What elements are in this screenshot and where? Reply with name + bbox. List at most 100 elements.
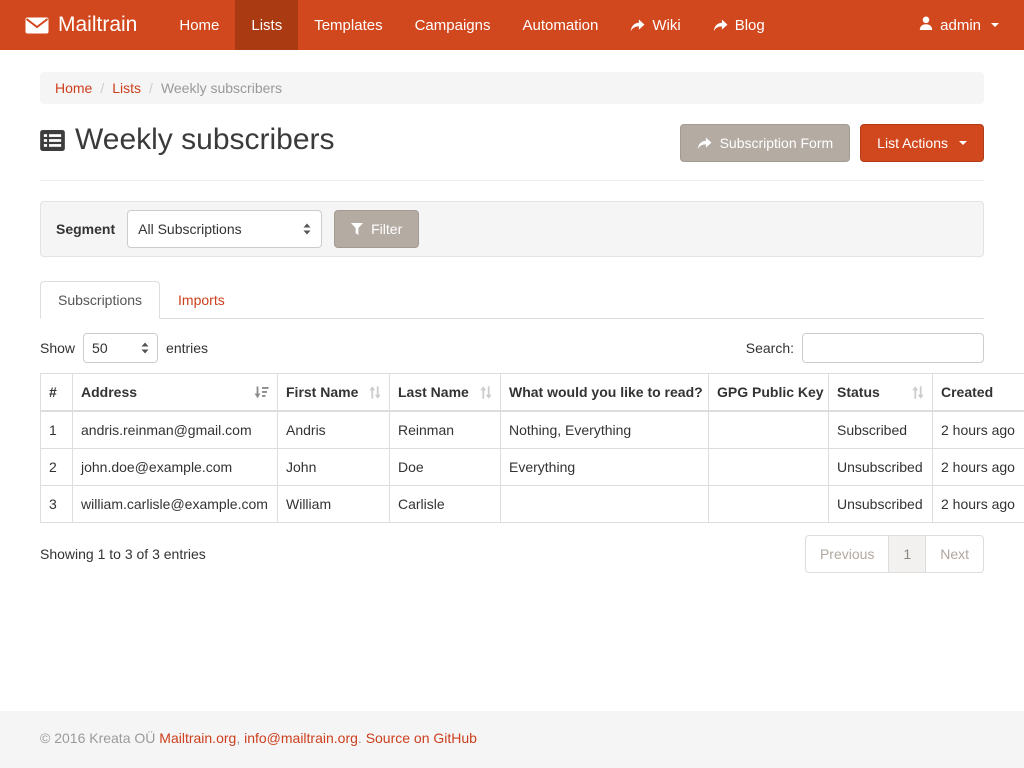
page-link-previous[interactable]: Previous	[805, 535, 889, 573]
list-alt-icon	[40, 130, 65, 151]
nav-item-blog: Blog	[697, 0, 781, 50]
column-header-[interactable]: #	[41, 374, 73, 412]
tabs: SubscriptionsImports	[40, 281, 984, 319]
caret-down-icon	[959, 141, 967, 145]
breadcrumb-separator: /	[149, 80, 153, 96]
page-item-next: Next	[926, 535, 984, 573]
nav-link-templates[interactable]: Templates	[298, 0, 398, 50]
table-footer: Showing 1 to 3 of 3 entries Previous1Nex…	[40, 535, 984, 573]
cell: Carlisle	[390, 486, 501, 523]
breadcrumb-current: Weekly subscribers	[161, 80, 282, 96]
sort-icon	[480, 386, 492, 399]
page-link-next[interactable]: Next	[925, 535, 984, 573]
nav-item-wiki: Wiki	[614, 0, 696, 50]
column-header-first-name[interactable]: First Name	[278, 374, 390, 412]
tab-imports: Imports	[160, 281, 243, 318]
cell: Unsubscribed	[829, 449, 933, 486]
sorted-desc-icon	[254, 386, 269, 399]
page: Mailtrain HomeListsTemplatesCampaignsAut…	[0, 0, 1024, 768]
page-header: Weekly subscribers Subscription Form Lis…	[40, 120, 984, 162]
breadcrumb-link-lists[interactable]: Lists	[112, 80, 141, 96]
column-header-last-name[interactable]: Last Name	[390, 374, 501, 412]
column-header-gpg-public-key[interactable]: GPG Public Key	[709, 374, 829, 412]
subscription-form-button[interactable]: Subscription Form	[680, 124, 851, 162]
nav-link-wiki[interactable]: Wiki	[614, 0, 696, 50]
cell: 2 hours ago	[933, 449, 1024, 486]
segment-panel: Segment All Subscriptions Filter	[40, 201, 984, 257]
github-source-link[interactable]: Source on GitHub	[366, 730, 477, 746]
table-info: Showing 1 to 3 of 3 entries	[40, 546, 206, 562]
segment-select-value: All Subscriptions	[138, 221, 242, 237]
cell	[709, 449, 829, 486]
column-header-what-would-you-like-to-read[interactable]: What would you like to read?	[501, 374, 709, 412]
tab-link-subscriptions[interactable]: Subscriptions	[40, 281, 160, 319]
brand[interactable]: Mailtrain	[25, 0, 151, 50]
nav-item-templates: Templates	[298, 0, 398, 50]
user-icon	[919, 16, 933, 34]
column-header-created[interactable]: Created	[933, 374, 1024, 412]
nav-link-campaigns[interactable]: Campaigns	[399, 0, 507, 50]
segment-select[interactable]: All Subscriptions	[127, 210, 322, 248]
list-actions-button[interactable]: List Actions	[860, 124, 984, 162]
table-row[interactable]: 2john.doe@example.comJohnDoeEverythingUn…	[41, 449, 1024, 486]
filter-button[interactable]: Filter	[334, 210, 419, 248]
page-item-previous: Previous	[805, 535, 889, 573]
table-controls: Show 50 entries Search:	[40, 333, 984, 363]
nav-item-campaigns: Campaigns	[399, 0, 507, 50]
nav-item-lists: Lists	[235, 0, 298, 50]
tab-link-imports[interactable]: Imports	[160, 281, 243, 319]
breadcrumb: Home / Lists / Weekly subscribers	[40, 72, 984, 104]
nav-link-lists[interactable]: Lists	[235, 0, 298, 50]
select-arrows-icon	[303, 223, 311, 235]
divider	[40, 180, 984, 181]
page-length-select[interactable]: 50	[83, 333, 158, 363]
search-input[interactable]	[802, 333, 984, 363]
cell	[709, 486, 829, 523]
show-label: Show	[40, 340, 75, 356]
cell: Subscribed	[829, 411, 933, 449]
header-actions: Subscription Form List Actions	[680, 124, 984, 162]
page-length-value: 50	[92, 340, 108, 356]
cell: Nothing, Everything	[501, 411, 709, 449]
search-control: Search:	[746, 333, 984, 363]
nav-item-home: Home	[163, 0, 235, 50]
page-title: Weekly subscribers	[40, 120, 335, 160]
share-icon	[697, 137, 712, 150]
footer: © 2016 Kreata OÜ Mailtrain.org, info@mai…	[0, 711, 1024, 768]
cell: 1	[41, 411, 73, 449]
column-header-address[interactable]: Address	[73, 374, 278, 412]
nav-link-blog[interactable]: Blog	[697, 0, 781, 50]
page-length-control: Show 50 entries	[40, 333, 208, 363]
email-link[interactable]: info@mailtrain.org	[244, 730, 358, 746]
cell: 2	[41, 449, 73, 486]
page-link-1[interactable]: 1	[888, 535, 926, 573]
caret-down-icon	[991, 23, 999, 27]
table-row[interactable]: 1andris.reinman@gmail.comAndrisReinmanNo…	[41, 411, 1024, 449]
nav-link-home[interactable]: Home	[163, 0, 235, 50]
user-menu-button[interactable]: admin	[919, 0, 999, 50]
share-icon	[713, 19, 728, 32]
cell: Reinman	[390, 411, 501, 449]
cell: john.doe@example.com	[73, 449, 278, 486]
tab-subscriptions: Subscriptions	[40, 281, 160, 318]
cell: Doe	[390, 449, 501, 486]
footer-text: © 2016 Kreata OÜ Mailtrain.org, info@mai…	[40, 711, 984, 746]
navbar-menu: HomeListsTemplatesCampaignsAutomationWik…	[163, 0, 780, 50]
column-header-status[interactable]: Status	[829, 374, 933, 412]
breadcrumb-separator: /	[100, 80, 104, 96]
pagination: Previous1Next	[805, 535, 984, 573]
nav-link-automation[interactable]: Automation	[506, 0, 614, 50]
brand-label: Mailtrain	[58, 13, 137, 37]
breadcrumb-link-home[interactable]: Home	[55, 80, 92, 96]
segment-label: Segment	[56, 221, 115, 237]
cell: william.carlisle@example.com	[73, 486, 278, 523]
table-row[interactable]: 3william.carlisle@example.comWilliamCarl…	[41, 486, 1024, 523]
mailtrain-org-link[interactable]: Mailtrain.org	[159, 730, 236, 746]
table-body: 1andris.reinman@gmail.comAndrisReinmanNo…	[41, 411, 1024, 523]
cell: andris.reinman@gmail.com	[73, 411, 278, 449]
navbar: Mailtrain HomeListsTemplatesCampaignsAut…	[0, 0, 1024, 50]
copyright: © 2016 Kreata OÜ	[40, 730, 159, 746]
search-label: Search:	[746, 340, 794, 356]
select-arrows-icon	[141, 342, 149, 354]
cell: Andris	[278, 411, 390, 449]
